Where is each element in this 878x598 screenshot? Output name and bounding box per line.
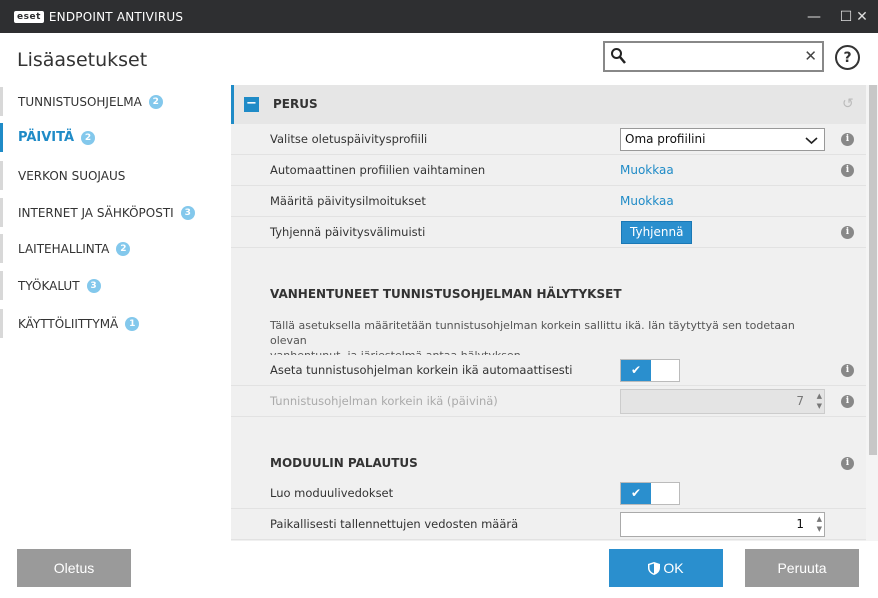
check-icon: ✔	[621, 483, 651, 504]
stepper-value: 1	[796, 517, 804, 531]
setting-row-auto-switch: Automaattinen profiilien vaihtaminen Muo…	[231, 155, 866, 186]
scrollbar-thumb[interactable]	[869, 85, 877, 455]
page-title: Lisäasetukset	[17, 49, 148, 71]
sidebar-item-paivita[interactable]: PÄIVITÄ 2	[0, 123, 228, 152]
sidebar-item-tyokalut[interactable]: TYÖKALUT 3	[0, 271, 228, 300]
sidebar-badge: 2	[116, 241, 131, 256]
default-button[interactable]: Oletus	[17, 549, 131, 587]
setting-label: Luo moduulivedokset	[270, 486, 394, 500]
sidebar-badge: 2	[148, 94, 163, 109]
sidebar-item-tunnistusohjelma[interactable]: TUNNISTUSOHJELMA 2	[0, 87, 228, 116]
profile-select[interactable]: Oma profiilini	[620, 128, 825, 151]
sidebar-badge: 2	[81, 130, 96, 145]
setting-row-clear-cache: Tyhjennä päivitysvälimuisti Tyhjennä i	[231, 217, 866, 248]
section-header-perus[interactable]: − PERUS ↺	[231, 85, 866, 124]
collapse-icon[interactable]: −	[244, 97, 259, 112]
setting-row-max-age: Tunnistusohjelman korkein ikä (päivinä) …	[231, 386, 866, 417]
edit-link[interactable]: Muokkaa	[620, 155, 674, 186]
scrollbar[interactable]	[866, 85, 878, 541]
setting-row-auto-age: Aseta tunnistusohjelman korkein ikä auto…	[231, 355, 866, 386]
snapshot-count-stepper[interactable]: 1 ▲ ▼	[620, 512, 825, 537]
sidebar: TUNNISTUSOHJELMA 2 PÄIVITÄ 2 VERKON SUOJ…	[0, 85, 230, 541]
cancel-button[interactable]: Peruuta	[745, 549, 859, 587]
help-icon[interactable]: ?	[835, 45, 860, 70]
description-line: Tällä asetuksella määritetään tunnistuso…	[270, 319, 795, 347]
undo-icon[interactable]: ↺	[842, 96, 854, 112]
close-window-button[interactable]: ✕	[846, 0, 878, 33]
section-header-outdated: VANHENTUNEET TUNNISTUSOHJELMAN HÄLYTYKSE…	[231, 275, 866, 314]
stepper-arrows-icon[interactable]: ▲ ▼	[817, 514, 822, 534]
clear-search-icon[interactable]: ✕	[804, 47, 817, 65]
info-icon[interactable]: i	[841, 133, 854, 146]
sidebar-item-label: PÄIVITÄ	[18, 130, 75, 145]
sidebar-badge: 1	[125, 316, 140, 331]
setting-row-profile: Valitse oletuspäivitysprofiili Oma profi…	[231, 124, 866, 155]
info-icon[interactable]: i	[841, 457, 854, 470]
sidebar-item-label: KÄYTTÖLIITTYMÄ	[18, 316, 119, 331]
search-input[interactable]	[631, 47, 801, 66]
info-icon[interactable]: i	[841, 395, 854, 408]
edit-link[interactable]: Muokkaa	[620, 186, 674, 217]
eset-logo: eset	[14, 10, 44, 23]
shield-icon	[648, 561, 661, 575]
minimize-button[interactable]: —	[798, 0, 830, 33]
snapshots-toggle[interactable]: ✔	[620, 482, 680, 505]
stepper-arrows-icon: ▲ ▼	[816, 392, 822, 410]
chevron-down-icon	[805, 137, 818, 145]
search-box[interactable]: ✕	[603, 41, 824, 72]
sidebar-item-label: TUNNISTUSOHJELMA	[18, 94, 142, 109]
setting-label: Paikallisesti tallennettujen vedosten mä…	[270, 517, 519, 531]
sidebar-item-label: VERKON SUOJAUS	[18, 168, 126, 183]
ok-button[interactable]: OK	[609, 549, 723, 587]
search-icon	[611, 48, 626, 64]
info-icon[interactable]: i	[841, 364, 854, 377]
setting-row-snapshots: Luo moduulivedokset ✔	[231, 478, 866, 509]
clear-cache-button[interactable]: Tyhjennä	[621, 221, 693, 244]
sidebar-item-kayttoliittyma[interactable]: KÄYTTÖLIITTYMÄ 1	[0, 309, 228, 338]
setting-label: Automaattinen profiilien vaihtaminen	[270, 163, 486, 177]
sidebar-item-label: INTERNET JA SÄHKÖPOSTI	[18, 205, 174, 220]
info-icon[interactable]: i	[841, 226, 854, 239]
setting-label: Aseta tunnistusohjelman korkein ikä auto…	[270, 363, 573, 377]
setting-label: Määritä päivitysilmoitukset	[270, 194, 426, 208]
profile-select-value: Oma profiilini	[625, 132, 706, 146]
settings-panel: − PERUS ↺ Valitse oletuspäivitysprofiili…	[231, 85, 866, 541]
setting-row-notifications: Määritä päivitysilmoitukset Muokkaa	[231, 186, 866, 217]
section-title: VANHENTUNEET TUNNISTUSOHJELMAN HÄLYTYKSE…	[270, 287, 622, 301]
sidebar-badge: 3	[86, 278, 101, 293]
setting-label: Tyhjennä päivitysvälimuisti	[270, 225, 426, 239]
section-title: PERUS	[273, 97, 318, 111]
footer: Oletus OK Peruuta	[0, 541, 878, 598]
sidebar-item-internet-ja-sahkoposti[interactable]: INTERNET JA SÄHKÖPOSTI 3	[0, 198, 228, 227]
auto-age-toggle[interactable]: ✔	[620, 359, 680, 382]
sidebar-item-verkon-suojaus[interactable]: VERKON SUOJAUS	[0, 161, 228, 190]
sidebar-badge: 3	[180, 205, 195, 220]
app-title: ENDPOINT ANTIVIRUS	[48, 9, 184, 24]
ok-button-label: OK	[663, 560, 684, 576]
sidebar-item-label: TYÖKALUT	[18, 278, 80, 293]
setting-label: Tunnistusohjelman korkein ikä (päivinä)	[270, 394, 498, 408]
setting-label: Valitse oletuspäivitysprofiili	[270, 132, 428, 146]
check-icon: ✔	[621, 360, 651, 381]
info-icon[interactable]: i	[841, 164, 854, 177]
max-age-stepper: 7 ▲ ▼	[620, 389, 825, 414]
stepper-value: 7	[796, 394, 804, 408]
header: Lisäasetukset ✕ ?	[0, 33, 878, 85]
sidebar-item-laitehallinta[interactable]: LAITEHALLINTA 2	[0, 234, 228, 263]
title-bar: eset ENDPOINT ANTIVIRUS — ☐ ✕	[0, 0, 878, 33]
sidebar-item-label: LAITEHALLINTA	[18, 241, 110, 256]
setting-row-snapshot-count: Paikallisesti tallennettujen vedosten mä…	[231, 509, 866, 540]
